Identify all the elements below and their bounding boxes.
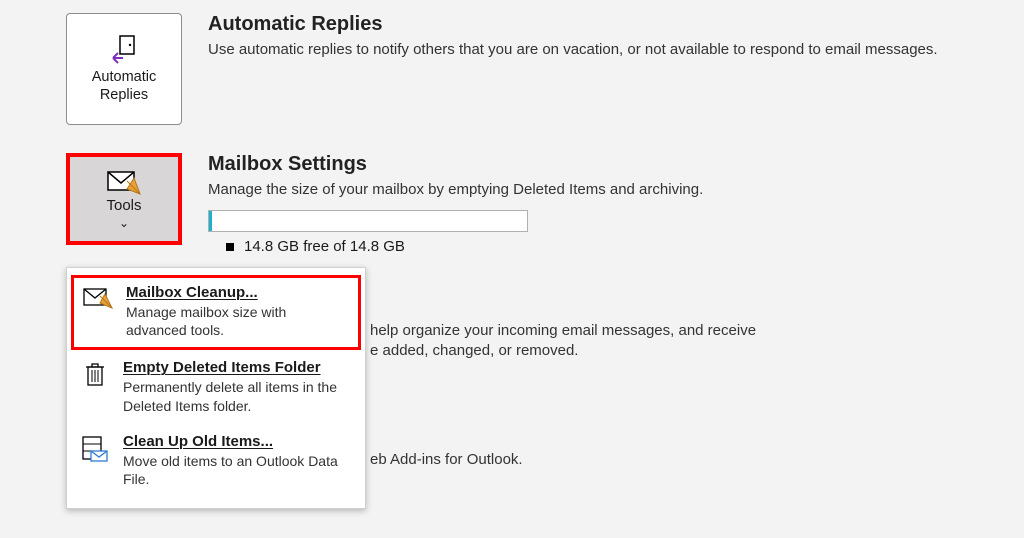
- trash-icon: [79, 359, 111, 414]
- mailbox-storage-text: 14.8 GB free of 14.8 GB: [244, 238, 405, 255]
- automatic-replies-tile[interactable]: Automatic Replies: [66, 13, 182, 125]
- mailbox-cleanup-icon: [82, 284, 114, 339]
- section-addins: eb Add-ins for Outlook.: [370, 438, 984, 470]
- archive-icon: [79, 433, 111, 488]
- automatic-replies-label: Automatic Replies: [71, 68, 177, 104]
- empty-deleted-title: Empty Deleted Items Folder: [123, 359, 353, 376]
- empty-deleted-desc: Permanently delete all items in the Dele…: [123, 378, 353, 414]
- mailbox-storage-line: 14.8 GB free of 14.8 GB: [208, 238, 984, 255]
- rules-description-line2: e added, changed, or removed.: [370, 341, 984, 361]
- tools-icon: [107, 169, 141, 195]
- section-rules: help organize your incoming email messag…: [370, 303, 984, 362]
- rules-description-line1: help organize your incoming email messag…: [370, 321, 984, 341]
- mailbox-cleanup-desc: Manage mailbox size with advanced tools.: [126, 303, 350, 339]
- menu-item-mailbox-cleanup[interactable]: Mailbox Cleanup... Manage mailbox size w…: [71, 275, 361, 350]
- mailbox-storage-progress: [208, 210, 528, 232]
- mailbox-settings-heading: Mailbox Settings: [208, 153, 984, 176]
- section-mailbox-settings: Mailbox Settings Manage the size of your…: [208, 153, 984, 255]
- menu-item-clean-old[interactable]: Clean Up Old Items... Move old items to …: [67, 425, 365, 498]
- chevron-down-icon: ⌄: [119, 216, 129, 230]
- clean-old-title: Clean Up Old Items...: [123, 433, 353, 450]
- mailbox-storage-progress-fill: [209, 211, 212, 231]
- addins-description: eb Add-ins for Outlook.: [370, 450, 984, 470]
- automatic-replies-icon: [109, 34, 139, 64]
- mailbox-settings-description: Manage the size of your mailbox by empty…: [208, 180, 938, 200]
- automatic-replies-heading: Automatic Replies: [208, 13, 984, 36]
- clean-old-desc: Move old items to an Outlook Data File.: [123, 452, 353, 488]
- tools-menu: Mailbox Cleanup... Manage mailbox size w…: [66, 267, 366, 509]
- section-automatic-replies: Automatic Replies Use automatic replies …: [208, 13, 984, 60]
- tools-tile[interactable]: Tools ⌄: [66, 153, 182, 245]
- mailbox-cleanup-title: Mailbox Cleanup...: [126, 284, 350, 301]
- bullet-icon: [226, 243, 234, 251]
- menu-item-empty-deleted[interactable]: Empty Deleted Items Folder Permanently d…: [67, 351, 365, 424]
- tools-label: Tools: [106, 197, 141, 214]
- automatic-replies-description: Use automatic replies to notify others t…: [208, 40, 938, 60]
